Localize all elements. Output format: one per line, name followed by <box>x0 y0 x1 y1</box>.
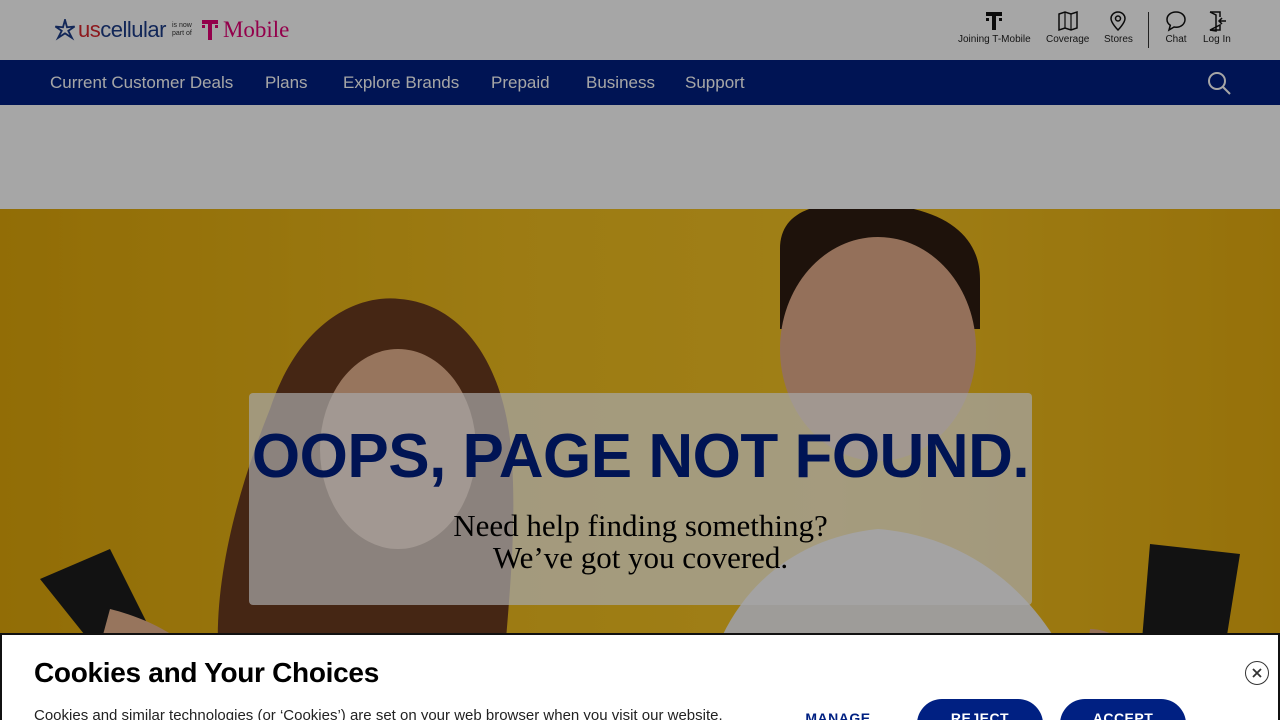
accept-cookies-button[interactable]: ACCEPT <box>1060 699 1186 720</box>
close-icon <box>1252 668 1262 678</box>
manage-cookies-button[interactable]: MANAGE <box>786 699 890 720</box>
reject-cookies-button[interactable]: REJECT <box>917 699 1043 720</box>
cookie-description: Cookies and similar technologies (or ‘Co… <box>34 707 723 720</box>
cookie-title: Cookies and Your Choices <box>34 657 379 688</box>
cookie-banner: Cookies and Your Choices Cookies and sim… <box>0 633 1280 720</box>
close-cookie-button[interactable] <box>1245 661 1269 685</box>
modal-backdrop <box>0 0 1280 720</box>
